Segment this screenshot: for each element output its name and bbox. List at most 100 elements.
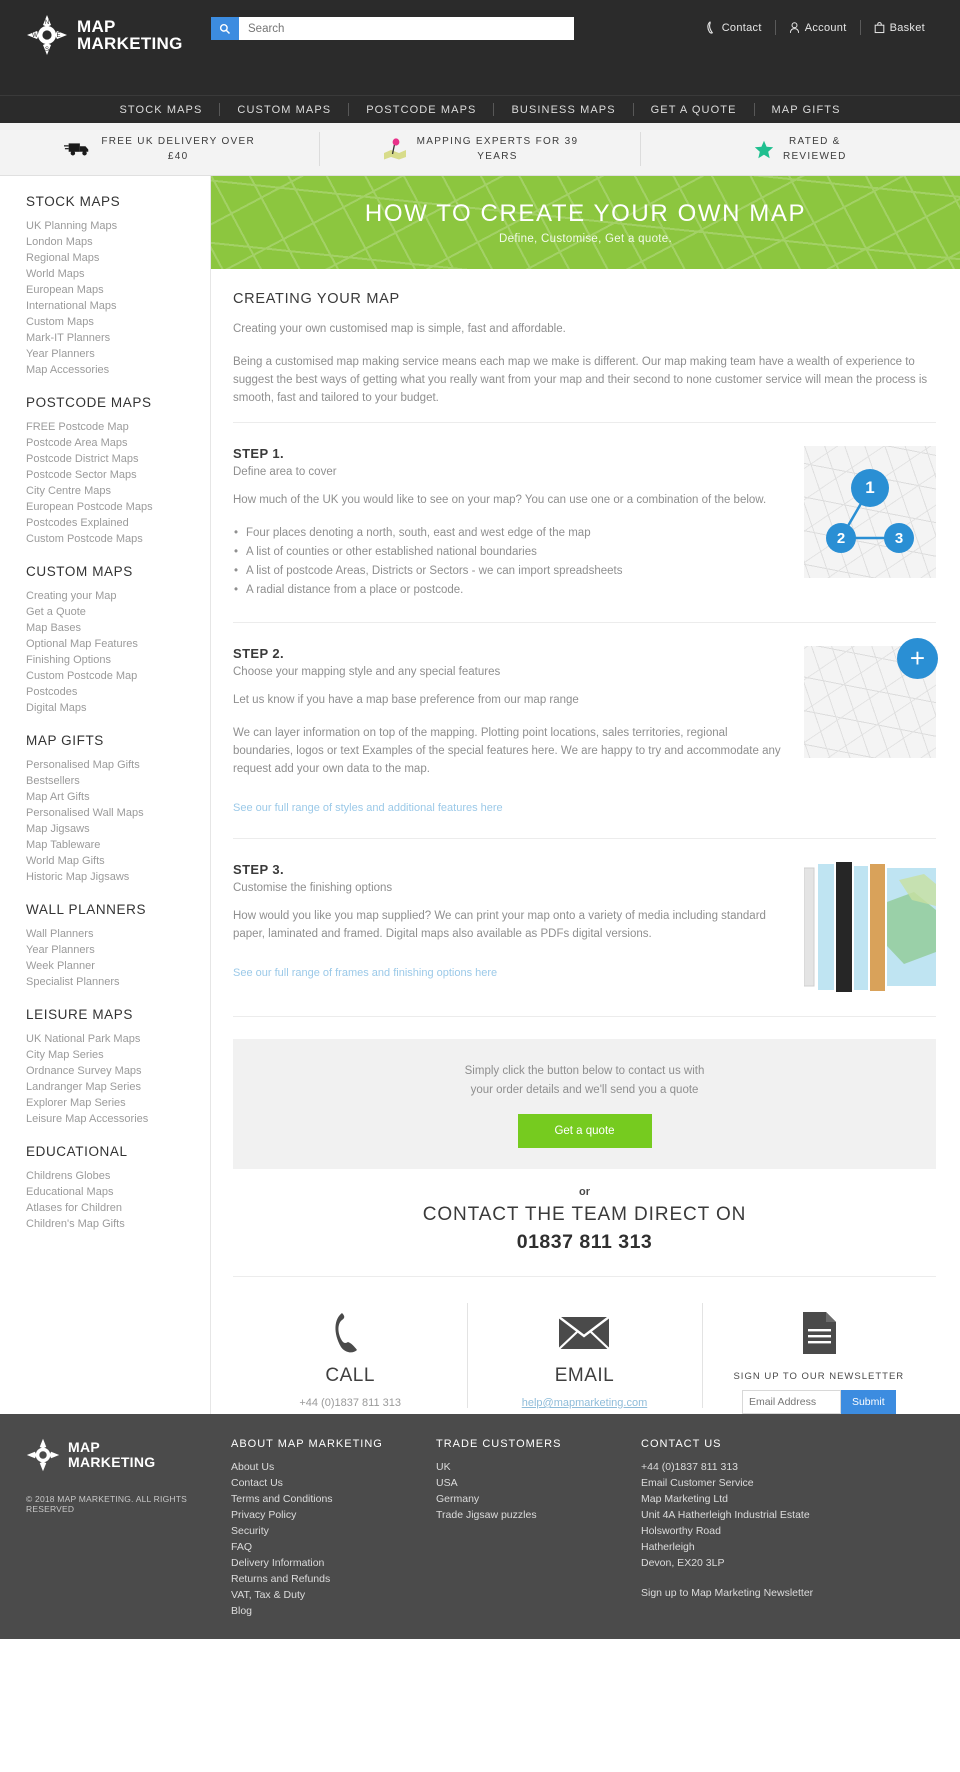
sidebar-item-ordnance-survey-maps[interactable]: Ordnance Survey Maps bbox=[26, 1063, 210, 1079]
search-input[interactable] bbox=[239, 17, 574, 40]
sidebar-item-childrens-globes[interactable]: Childrens Globes bbox=[26, 1168, 210, 1184]
sidebar-item-leisure-map-accessories[interactable]: Leisure Map Accessories bbox=[26, 1111, 210, 1127]
nav-item-map-gifts[interactable]: MAP GIFTS bbox=[755, 104, 858, 116]
step-2-link[interactable]: See our full range of styles and additio… bbox=[233, 802, 503, 814]
sidebar-item-childrens-map-gifts[interactable]: Children's Map Gifts bbox=[26, 1216, 210, 1232]
sidebar-item-map-accessories[interactable]: Map Accessories bbox=[26, 362, 210, 378]
sidebar-item-postcode-sector-maps[interactable]: Postcode Sector Maps bbox=[26, 467, 210, 483]
nav-item-custom-maps[interactable]: CUSTOM MAPS bbox=[220, 104, 348, 116]
sidebar-item-world-map-gifts[interactable]: World Map Gifts bbox=[26, 853, 210, 869]
newsletter-email-input[interactable] bbox=[741, 1390, 841, 1414]
sidebar-item-landranger-map-series[interactable]: Landranger Map Series bbox=[26, 1079, 210, 1095]
sidebar-item-postcodes[interactable]: Postcodes bbox=[26, 684, 210, 700]
sidebar-item-custom-maps[interactable]: Custom Maps bbox=[26, 314, 210, 330]
nav-item-stock-maps[interactable]: STOCK MAPS bbox=[102, 104, 219, 116]
utility-link-contact[interactable]: Contact bbox=[693, 21, 775, 34]
sidebar-item-postcode-district-maps[interactable]: Postcode District Maps bbox=[26, 451, 210, 467]
contact-email-link[interactable]: help@mapmarketing.com bbox=[522, 1397, 648, 1409]
sidebar-item-postcodes-explained[interactable]: Postcodes Explained bbox=[26, 515, 210, 531]
footer-link-privacy[interactable]: Privacy Policy bbox=[231, 1507, 436, 1523]
footer-link-trade-jigsaw[interactable]: Trade Jigsaw puzzles bbox=[436, 1507, 641, 1523]
sidebar-item-explorer-map-series[interactable]: Explorer Map Series bbox=[26, 1095, 210, 1111]
nav-item-business-maps[interactable]: BUSINESS MAPS bbox=[494, 104, 632, 116]
step-2-body: Let us know if you have a map base prefe… bbox=[233, 694, 579, 706]
newsletter-submit-button[interactable]: Submit bbox=[840, 1390, 896, 1414]
footer-link-about-us[interactable]: About Us bbox=[231, 1459, 436, 1475]
footer-link-faq[interactable]: FAQ bbox=[231, 1539, 436, 1555]
search-button[interactable] bbox=[211, 17, 239, 40]
sidebar-item-week-planner[interactable]: Week Planner bbox=[26, 958, 210, 974]
step-1-block: STEP 1. Define area to cover How much of… bbox=[233, 422, 936, 622]
compass-s-label: S bbox=[45, 47, 49, 53]
footer-link-delivery[interactable]: Delivery Information bbox=[231, 1555, 436, 1571]
site-logo[interactable]: N E S W MAP MARKETING bbox=[26, 14, 183, 56]
contact-email-cell: EMAIL help@mapmarketing.com bbox=[467, 1303, 701, 1414]
sidebar-item-historic-map-jigsaws[interactable]: Historic Map Jigsaws bbox=[26, 869, 210, 885]
sidebar-item-mark-it-planners[interactable]: Mark-IT Planners bbox=[26, 330, 210, 346]
sidebar-item-finishing-options[interactable]: Finishing Options bbox=[26, 652, 210, 668]
sidebar-item-european-maps[interactable]: European Maps bbox=[26, 282, 210, 298]
sidebar-item-creating-your-map[interactable]: Creating your Map bbox=[26, 588, 210, 604]
step-1-subheading: Define area to cover bbox=[233, 466, 337, 478]
sidebar-item-world-maps[interactable]: World Maps bbox=[26, 266, 210, 282]
sidebar-item-bestsellers[interactable]: Bestsellers bbox=[26, 773, 210, 789]
sidebar-item-wall-planners[interactable]: Wall Planners bbox=[26, 926, 210, 942]
sidebar-item-year-planners[interactable]: Year Planners bbox=[26, 346, 210, 362]
compass-logo-icon: N E S W bbox=[26, 14, 68, 56]
sidebar-item-custom-postcode-map[interactable]: Custom Postcode Map bbox=[26, 668, 210, 684]
search-bar[interactable] bbox=[211, 17, 574, 40]
sidebar-item-international-maps[interactable]: International Maps bbox=[26, 298, 210, 314]
sidebar-item-postcode-area-maps[interactable]: Postcode Area Maps bbox=[26, 435, 210, 451]
sidebar-item-atlases-for-children[interactable]: Atlases for Children bbox=[26, 1200, 210, 1216]
sidebar-item-european-postcode-maps[interactable]: European Postcode Maps bbox=[26, 499, 210, 515]
sidebar-item-free-postcode-map[interactable]: FREE Postcode Map bbox=[26, 419, 210, 435]
sidebar-item-personalised-map-gifts[interactable]: Personalised Map Gifts bbox=[26, 757, 210, 773]
person-icon bbox=[789, 22, 799, 33]
utility-link-account[interactable]: Account bbox=[776, 21, 860, 34]
footer-link-uk[interactable]: UK bbox=[436, 1459, 641, 1475]
content-inner: CREATING YOUR MAP Creating your own cust… bbox=[211, 269, 960, 1414]
sidebar-item-london-maps[interactable]: London Maps bbox=[26, 234, 210, 250]
nav-item-get-a-quote[interactable]: GET A QUOTE bbox=[634, 104, 754, 116]
footer-link-returns[interactable]: Returns and Refunds bbox=[231, 1571, 436, 1587]
sidebar-item-uk-national-park-maps[interactable]: UK National Park Maps bbox=[26, 1031, 210, 1047]
footer-link-usa[interactable]: USA bbox=[436, 1475, 641, 1491]
footer-link-blog[interactable]: Blog bbox=[231, 1603, 436, 1619]
sidebar-item-year-planners-wall[interactable]: Year Planners bbox=[26, 942, 210, 958]
footer-link-security[interactable]: Security bbox=[231, 1523, 436, 1539]
sidebar-heading-stock-maps: STOCK MAPS bbox=[26, 194, 121, 209]
sidebar-item-educational-maps[interactable]: Educational Maps bbox=[26, 1184, 210, 1200]
footer-link-vat[interactable]: VAT, Tax & Duty bbox=[231, 1587, 436, 1603]
sidebar-item-custom-postcode-maps[interactable]: Custom Postcode Maps bbox=[26, 531, 210, 547]
sidebar-heading-leisure-maps: LEISURE MAPS bbox=[26, 1007, 133, 1022]
badge-2: 2 bbox=[826, 523, 856, 553]
footer-link-terms[interactable]: Terms and Conditions bbox=[231, 1491, 436, 1507]
top-header-bar: N E S W MAP MARKETING Contact bbox=[0, 0, 960, 95]
footer-newsletter-link[interactable]: Sign up to Map Marketing Newsletter bbox=[641, 1585, 846, 1601]
sidebar-item-personalised-wall-maps[interactable]: Personalised Wall Maps bbox=[26, 805, 210, 821]
sidebar-item-uk-planning-maps[interactable]: UK Planning Maps bbox=[26, 218, 210, 234]
step-2-thumbnail[interactable]: + bbox=[804, 638, 938, 816]
step-3-link[interactable]: See our full range of frames and finishi… bbox=[233, 967, 497, 979]
sidebar-item-map-tableware[interactable]: Map Tableware bbox=[26, 837, 210, 853]
sidebar-item-city-centre-maps[interactable]: City Centre Maps bbox=[26, 483, 210, 499]
step-3-thumbnail[interactable] bbox=[804, 862, 936, 994]
sidebar-item-optional-map-features[interactable]: Optional Map Features bbox=[26, 636, 210, 652]
sidebar-item-map-jigsaws[interactable]: Map Jigsaws bbox=[26, 821, 210, 837]
footer-link-contact-us[interactable]: Contact Us bbox=[231, 1475, 436, 1491]
utility-label-contact: Contact bbox=[721, 21, 762, 34]
get-a-quote-button[interactable]: Get a quote bbox=[517, 1114, 652, 1148]
step-1-thumbnail[interactable]: 1 2 3 bbox=[804, 446, 936, 600]
utility-link-basket[interactable]: Basket bbox=[861, 21, 938, 34]
footer-link-germany[interactable]: Germany bbox=[436, 1491, 641, 1507]
nav-item-postcode-maps[interactable]: POSTCODE MAPS bbox=[349, 104, 493, 116]
promo-item-delivery: FREE UK DELIVERY OVER £40 bbox=[0, 134, 319, 164]
sidebar-item-specialist-planners[interactable]: Specialist Planners bbox=[26, 974, 210, 990]
footer-link-email-service[interactable]: Email Customer Service bbox=[641, 1475, 846, 1491]
sidebar-item-digital-maps[interactable]: Digital Maps bbox=[26, 700, 210, 716]
sidebar-item-map-bases[interactable]: Map Bases bbox=[26, 620, 210, 636]
sidebar-item-get-a-quote[interactable]: Get a Quote bbox=[26, 604, 210, 620]
sidebar-item-map-art-gifts[interactable]: Map Art Gifts bbox=[26, 789, 210, 805]
sidebar-item-city-map-series[interactable]: City Map Series bbox=[26, 1047, 210, 1063]
sidebar-item-regional-maps[interactable]: Regional Maps bbox=[26, 250, 210, 266]
